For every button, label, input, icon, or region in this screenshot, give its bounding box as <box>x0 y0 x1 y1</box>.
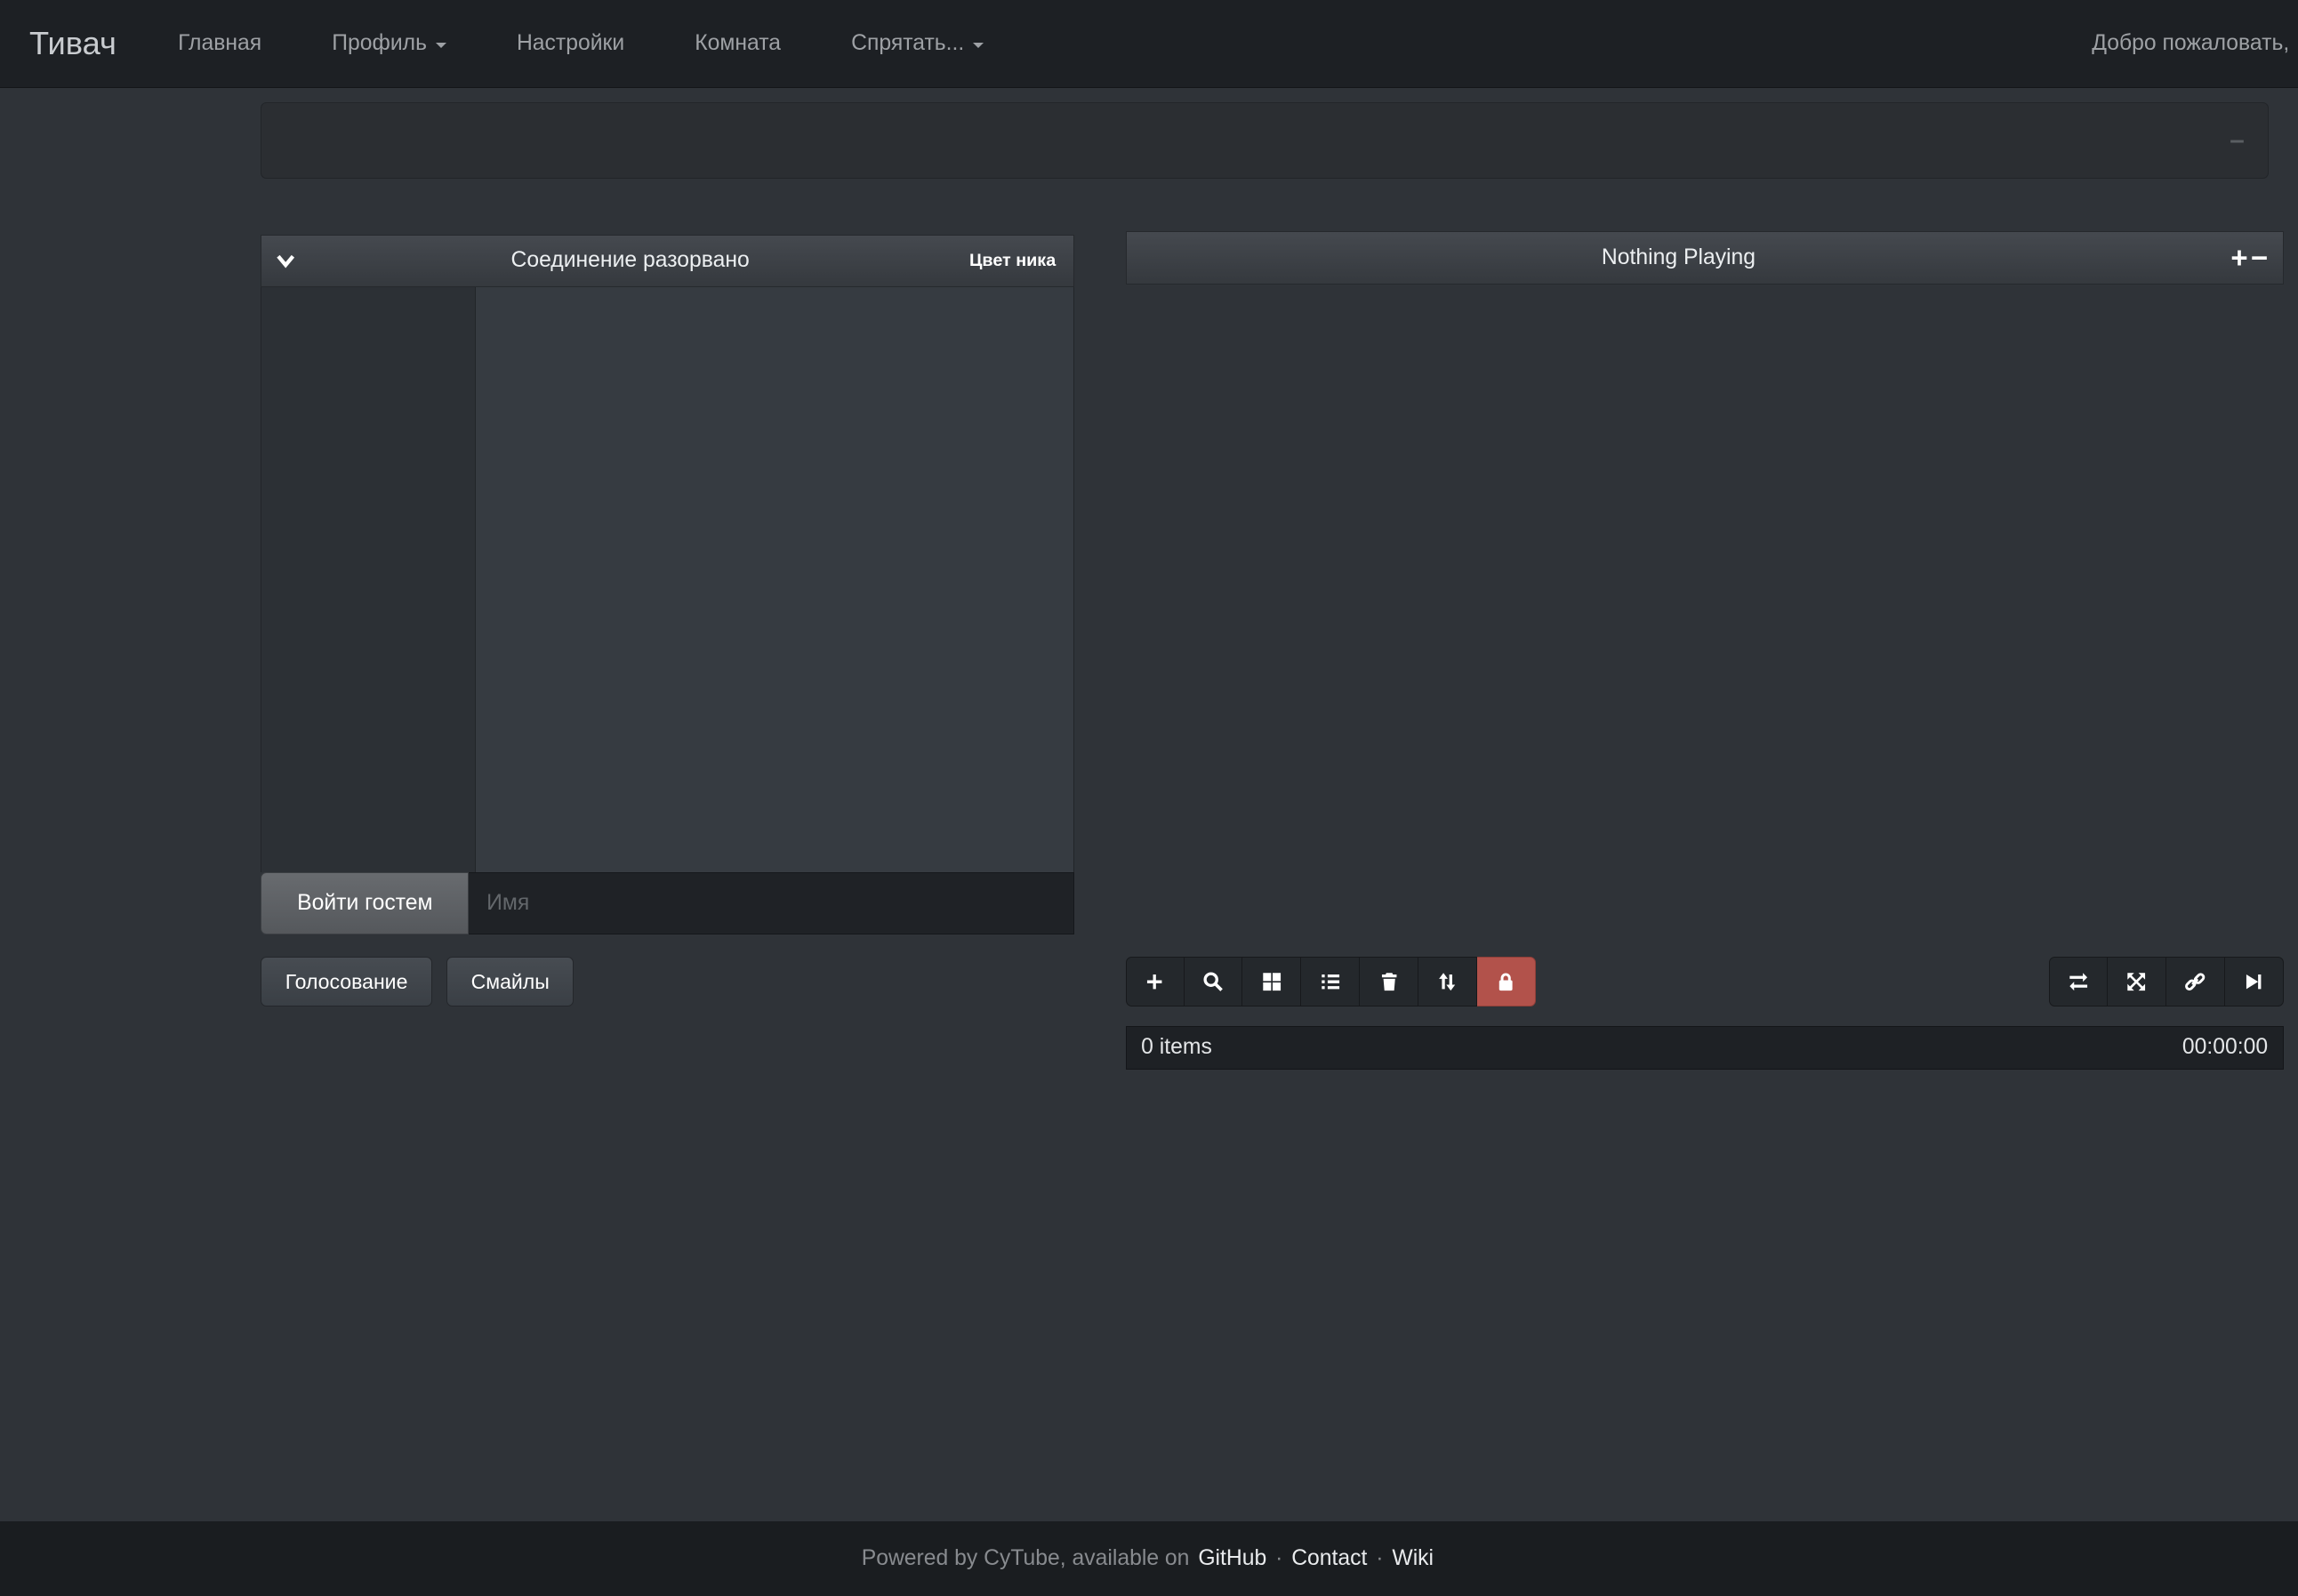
nav-links: Главная Профиль Настройки Комната Спрята… <box>143 0 1019 87</box>
clear-playlist-button[interactable] <box>1360 957 1418 1007</box>
playlist-toolbar-left <box>1126 957 1536 1007</box>
copy-link-button[interactable] <box>2166 957 2225 1007</box>
welcome-text: Добро пожаловать, <box>2092 31 2298 56</box>
contact-link[interactable]: Contact <box>1291 1546 1367 1571</box>
grid-icon <box>1260 970 1283 993</box>
powered-by-text: Powered by CyTube, available on <box>862 1546 1190 1571</box>
nav-item-options[interactable]: Настройки <box>481 0 659 87</box>
video-shrink-icon[interactable]: − <box>2251 244 2268 273</box>
repeat-icon <box>2067 970 2090 993</box>
poll-button[interactable]: Голосование <box>261 957 431 1007</box>
shuffle-sort-button[interactable] <box>1418 957 1477 1007</box>
nav-item-hide-label: Спрятать... <box>851 0 964 87</box>
guest-login-button[interactable]: Войти гостем <box>261 872 469 935</box>
playlist-manager-button[interactable] <box>1301 957 1360 1007</box>
trash-icon <box>1378 970 1401 993</box>
chat-input-row: Войти гостем <box>261 872 1074 935</box>
sort-icon <box>1435 970 1458 993</box>
nick-color-button[interactable]: Цвет ника <box>952 251 1073 271</box>
nav-item-options-label: Настройки <box>517 0 624 87</box>
caret-down-icon <box>436 43 446 48</box>
motd-collapse-dash[interactable]: – <box>2230 125 2245 156</box>
playlist-item-count: 0 items <box>1141 1035 1212 1060</box>
chevron-down-icon[interactable] <box>261 249 309 272</box>
nav-item-profile-label: Профиль <box>332 0 427 87</box>
nav-item-home-label: Главная <box>178 0 261 87</box>
playlist-toolbar <box>1126 957 2284 1007</box>
motd-box: – <box>261 102 2269 179</box>
nav-item-channel-label: Комната <box>695 0 781 87</box>
nav-item-hide[interactable]: Спрятать... <box>816 0 1019 87</box>
repeat-button[interactable] <box>2049 957 2108 1007</box>
footer-separator: · <box>1275 1546 1282 1571</box>
playlist-meta-bar: 0 items 00:00:00 <box>1126 1026 2284 1070</box>
nav-item-home[interactable]: Главная <box>143 0 297 87</box>
brand-logo[interactable]: Тивач <box>0 25 143 62</box>
playlist-total-time: 00:00:00 <box>2182 1035 2268 1060</box>
wiki-link[interactable]: Wiki <box>1392 1546 1434 1571</box>
chat-header: Соединение разорвано Цвет ника <box>261 235 1074 287</box>
link-icon <box>2183 970 2206 993</box>
player-resize-controls: + − <box>2230 244 2282 273</box>
skip-next-icon <box>2242 970 2265 993</box>
navbar: Тивач Главная Профиль Настройки Комната … <box>0 0 2298 88</box>
search-icon <box>1201 970 1225 993</box>
lock-icon <box>1494 970 1517 993</box>
player-panel: Nothing Playing + − <box>1126 231 2284 284</box>
playlist-toolbar-right <box>2049 957 2284 1007</box>
chat-panel: Соединение разорвано Цвет ника Войти гос… <box>261 235 1074 935</box>
add-video-button[interactable] <box>1126 957 1185 1007</box>
chat-body <box>261 287 1074 872</box>
nav-item-profile[interactable]: Профиль <box>297 0 482 87</box>
chat-tools: Голосование Смайлы <box>261 957 574 1007</box>
video-enlarge-icon[interactable]: + <box>2230 244 2247 273</box>
search-library-button[interactable] <box>1185 957 1243 1007</box>
add-video-icon <box>1143 970 1166 993</box>
skip-next-button[interactable] <box>2225 957 2284 1007</box>
page: Тивач Главная Профиль Настройки Комната … <box>0 0 2298 1596</box>
player-title: Nothing Playing <box>1127 245 2231 270</box>
chat-buffer <box>476 287 1073 872</box>
userlist <box>261 287 476 872</box>
expand-icon <box>2125 970 2148 993</box>
footer: Powered by CyTube, available on GitHub ·… <box>0 1521 2298 1596</box>
name-input[interactable] <box>469 872 1074 935</box>
caret-down-icon <box>973 43 984 48</box>
github-link[interactable]: GitHub <box>1198 1546 1266 1571</box>
chat-status-title: Соединение разорвано <box>309 248 952 273</box>
footer-separator: · <box>1376 1546 1383 1571</box>
player-header: Nothing Playing + − <box>1126 231 2284 284</box>
lock-playlist-button[interactable] <box>1477 957 1536 1007</box>
nav-item-channel[interactable]: Комната <box>660 0 816 87</box>
list-icon <box>1319 970 1342 993</box>
emotes-button[interactable]: Смайлы <box>446 957 574 1007</box>
grid-view-button[interactable] <box>1242 957 1301 1007</box>
expand-playlist-button[interactable] <box>2108 957 2166 1007</box>
